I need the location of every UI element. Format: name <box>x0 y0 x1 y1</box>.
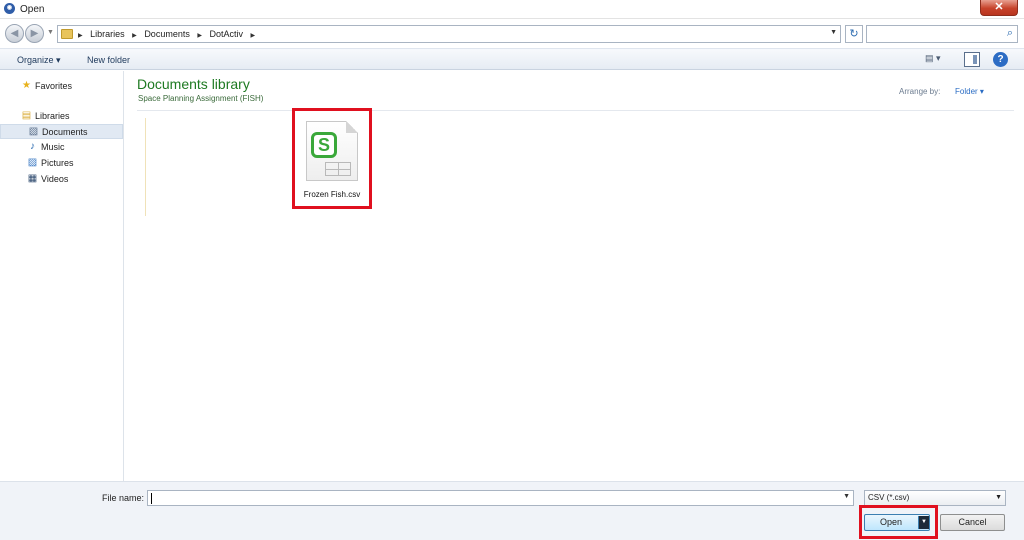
videos-icon: ▦ <box>27 173 38 184</box>
sidebar-item-label: Documents <box>42 127 88 137</box>
sidebar-item-music[interactable]: ♪ Music <box>0 140 123 155</box>
library-title: Documents library <box>137 76 250 92</box>
search-input[interactable]: ⌕ <box>866 25 1018 43</box>
sidebar-item-favorites[interactable]: ★ Favorites <box>0 79 123 94</box>
chevron-right-icon[interactable]: ▶ <box>132 33 137 39</box>
window-title: Open <box>20 4 45 15</box>
breadcrumb-documents[interactable]: Documents <box>144 29 190 39</box>
sidebar-item-videos[interactable]: ▦ Videos <box>0 172 123 187</box>
cancel-button[interactable]: Cancel <box>940 514 1005 531</box>
file-name-label: File name: <box>102 493 145 503</box>
sidebar-item-documents[interactable]: ▧ Documents <box>0 124 123 139</box>
search-icon[interactable]: ⌕ <box>1007 27 1013 40</box>
sidebar-item-label: Pictures <box>41 158 74 168</box>
change-view-button[interactable]: ▤ ▾ <box>925 53 953 67</box>
preview-pane-button[interactable] <box>964 52 980 67</box>
refresh-button[interactable]: ↻ <box>845 25 863 43</box>
file-type-select[interactable]: CSV (*.csv) ▼ <box>864 490 1006 506</box>
command-toolbar: Organize ▾ New folder ▤ ▾ ? <box>0 48 1024 70</box>
address-row: ◀ ▶ ▼ ▶ Libraries ▶ Documents ▶ DotActiv… <box>0 20 1024 46</box>
sidebar-item-label: Favorites <box>35 81 73 91</box>
sidebar-item-label: Videos <box>41 174 69 184</box>
new-folder-button[interactable]: New folder <box>80 52 137 68</box>
divider <box>137 110 1014 111</box>
help-button[interactable]: ? <box>993 52 1008 67</box>
navigation-pane: ★ Favorites ▤ Libraries ▧ Documents ♪ Mu… <box>0 71 124 481</box>
app-icon: ◉ <box>4 3 15 14</box>
file-type-value: CSV (*.csv) <box>868 493 910 502</box>
address-bar[interactable]: ▶ Libraries ▶ Documents ▶ DotActiv ▶ ▼ <box>57 25 841 43</box>
libraries-icon: ▤ <box>21 110 32 121</box>
library-subtitle: Space Planning Assignment (FISH) <box>138 94 264 103</box>
file-name-input[interactable]: ▼ <box>147 490 854 506</box>
breadcrumb-dotactiv[interactable]: DotActiv <box>210 29 244 39</box>
organize-button[interactable]: Organize ▾ <box>10 52 68 68</box>
arrange-by-dropdown[interactable]: Folder ▾ <box>955 87 984 96</box>
star-icon: ★ <box>22 80 31 91</box>
sidebar-item-label: Music <box>41 142 65 152</box>
folder-icon <box>61 29 73 39</box>
breadcrumb-libraries[interactable]: Libraries <box>90 29 125 39</box>
sidebar-item-libraries[interactable]: ▤ Libraries <box>0 109 123 124</box>
sidebar-item-label: Libraries <box>35 111 70 121</box>
highlight-box <box>859 505 938 539</box>
chevron-right-icon[interactable]: ▶ <box>251 33 256 39</box>
arrange-by-label: Arrange by: <box>899 87 941 96</box>
sidebar-item-pictures[interactable]: ▨ Pictures <box>0 156 123 171</box>
back-button[interactable]: ◀ <box>5 24 24 43</box>
pictures-icon: ▨ <box>27 157 38 168</box>
chevron-down-icon[interactable]: ▼ <box>843 493 850 500</box>
forward-button[interactable]: ▶ <box>25 24 44 43</box>
music-icon: ♪ <box>30 141 35 152</box>
empty-thumbnail-area <box>145 118 287 216</box>
breadcrumb: ▶ Libraries ▶ Documents ▶ DotActiv ▶ <box>78 29 260 39</box>
chevron-down-icon: ▼ <box>995 494 1002 501</box>
recent-pages-dropdown[interactable]: ▼ <box>47 29 54 36</box>
text-caret <box>151 493 152 504</box>
chevron-right-icon[interactable]: ▶ <box>78 33 83 39</box>
chevron-right-icon[interactable]: ▶ <box>197 33 202 39</box>
close-button[interactable]: ✕ <box>980 0 1018 16</box>
documents-icon: ▧ <box>28 126 39 137</box>
address-dropdown-icon[interactable]: ▼ <box>830 29 837 36</box>
highlight-box <box>292 108 372 209</box>
title-bar: ◉ Open ✕ <box>0 0 1024 19</box>
